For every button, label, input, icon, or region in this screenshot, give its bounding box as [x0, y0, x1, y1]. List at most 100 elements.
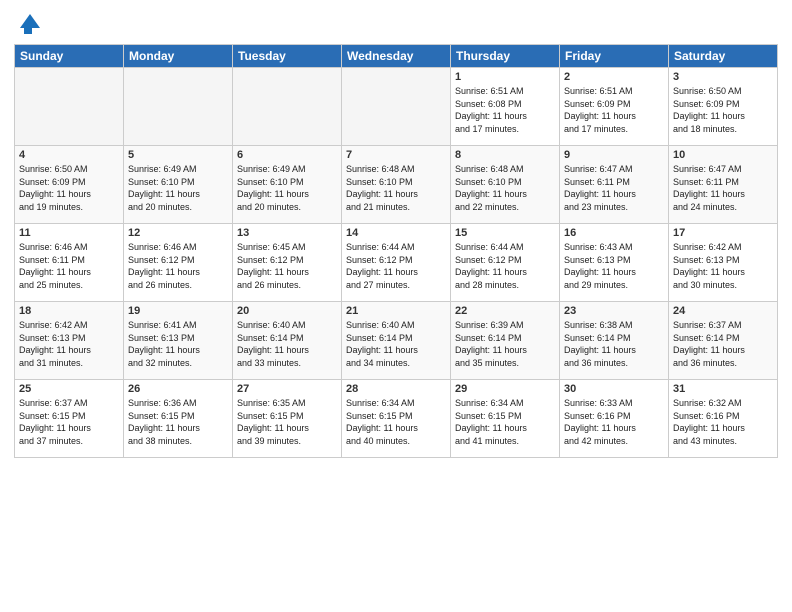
calendar-cell	[342, 68, 451, 146]
day-info: Sunrise: 6:42 AM Sunset: 6:13 PM Dayligh…	[673, 241, 773, 291]
day-number: 5	[128, 149, 228, 161]
calendar-table: SundayMondayTuesdayWednesdayThursdayFrid…	[14, 44, 778, 458]
day-number: 30	[564, 383, 664, 395]
calendar-cell: 28 Sunrise: 6:34 AM Sunset: 6:15 PM Dayli…	[342, 380, 451, 458]
day-number: 11	[19, 227, 119, 239]
day-info: Sunrise: 6:36 AM Sunset: 6:15 PM Dayligh…	[128, 397, 228, 447]
calendar-cell: 29Sunrise: 6:34 AM Sunset: 6:15 PM Dayli…	[451, 380, 560, 458]
calendar-cell	[15, 68, 124, 146]
day-number: 24	[673, 305, 773, 317]
logo	[14, 10, 46, 38]
day-number: 7	[346, 149, 446, 161]
day-info: Sunrise: 6:50 AM Sunset: 6:09 PM Dayligh…	[19, 163, 119, 213]
day-info: Sunrise: 6:40 AM Sunset: 6:14 PM Dayligh…	[346, 319, 446, 369]
calendar-week-3: 18Sunrise: 6:42 AM Sunset: 6:13 PM Dayli…	[15, 302, 778, 380]
calendar-cell: 1 Sunrise: 6:51 AM Sunset: 6:08 PM Daylig…	[451, 68, 560, 146]
calendar-cell: 4 Sunrise: 6:50 AM Sunset: 6:09 PM Daylig…	[15, 146, 124, 224]
day-info: Sunrise: 6:37 AM Sunset: 6:15 PM Dayligh…	[19, 397, 119, 447]
calendar-cell: 31 Sunrise: 6:32 AM Sunset: 6:16 PM Dayli…	[669, 380, 778, 458]
calendar-cell: 25 Sunrise: 6:37 AM Sunset: 6:15 PM Dayli…	[15, 380, 124, 458]
day-info: Sunrise: 6:45 AM Sunset: 6:12 PM Dayligh…	[237, 241, 337, 291]
page-container: SundayMondayTuesdayWednesdayThursdayFrid…	[0, 0, 792, 612]
calendar-cell: 11 Sunrise: 6:46 AM Sunset: 6:11 PM Dayli…	[15, 224, 124, 302]
calendar-header-thursday: Thursday	[451, 45, 560, 68]
day-number: 27	[237, 383, 337, 395]
day-info: Sunrise: 6:38 AM Sunset: 6:14 PM Dayligh…	[564, 319, 664, 369]
day-info: Sunrise: 6:48 AM Sunset: 6:10 PM Dayligh…	[455, 163, 555, 213]
day-info: Sunrise: 6:33 AM Sunset: 6:16 PM Dayligh…	[564, 397, 664, 447]
calendar-week-2: 11 Sunrise: 6:46 AM Sunset: 6:11 PM Dayli…	[15, 224, 778, 302]
calendar-cell: 30 Sunrise: 6:33 AM Sunset: 6:16 PM Dayli…	[560, 380, 669, 458]
calendar-cell	[124, 68, 233, 146]
day-number: 25	[19, 383, 119, 395]
calendar-week-0: 1 Sunrise: 6:51 AM Sunset: 6:08 PM Daylig…	[15, 68, 778, 146]
day-info: Sunrise: 6:34 AM Sunset: 6:15 PM Dayligh…	[346, 397, 446, 447]
calendar-cell	[233, 68, 342, 146]
day-number: 16	[564, 227, 664, 239]
day-info: Sunrise: 6:42 AM Sunset: 6:13 PM Dayligh…	[19, 319, 119, 369]
day-number: 14	[346, 227, 446, 239]
day-info: Sunrise: 6:51 AM Sunset: 6:08 PM Dayligh…	[455, 85, 555, 135]
day-number: 8	[455, 149, 555, 161]
calendar-header-monday: Monday	[124, 45, 233, 68]
logo-icon	[14, 10, 42, 38]
day-info: Sunrise: 6:44 AM Sunset: 6:12 PM Dayligh…	[455, 241, 555, 291]
day-number: 3	[673, 71, 773, 83]
day-number: 2	[564, 71, 664, 83]
calendar-cell: 2Sunrise: 6:51 AM Sunset: 6:09 PM Daylig…	[560, 68, 669, 146]
day-number: 12	[128, 227, 228, 239]
calendar-week-1: 4 Sunrise: 6:50 AM Sunset: 6:09 PM Daylig…	[15, 146, 778, 224]
day-number: 15	[455, 227, 555, 239]
calendar-header-tuesday: Tuesday	[233, 45, 342, 68]
calendar-cell: 8 Sunrise: 6:48 AM Sunset: 6:10 PM Daylig…	[451, 146, 560, 224]
calendar-header-friday: Friday	[560, 45, 669, 68]
calendar-cell: 9 Sunrise: 6:47 AM Sunset: 6:11 PM Daylig…	[560, 146, 669, 224]
day-info: Sunrise: 6:47 AM Sunset: 6:11 PM Dayligh…	[673, 163, 773, 213]
header	[14, 10, 778, 38]
calendar-cell: 12 Sunrise: 6:46 AM Sunset: 6:12 PM Dayli…	[124, 224, 233, 302]
day-number: 28	[346, 383, 446, 395]
calendar-cell: 14 Sunrise: 6:44 AM Sunset: 6:12 PM Dayli…	[342, 224, 451, 302]
calendar-cell: 20 Sunrise: 6:40 AM Sunset: 6:14 PM Dayli…	[233, 302, 342, 380]
calendar-header-sunday: Sunday	[15, 45, 124, 68]
calendar-header-row: SundayMondayTuesdayWednesdayThursdayFrid…	[15, 45, 778, 68]
day-number: 29	[455, 383, 555, 395]
calendar-cell: 16 Sunrise: 6:43 AM Sunset: 6:13 PM Dayli…	[560, 224, 669, 302]
day-number: 6	[237, 149, 337, 161]
day-info: Sunrise: 6:46 AM Sunset: 6:11 PM Dayligh…	[19, 241, 119, 291]
day-number: 1	[455, 71, 555, 83]
day-number: 17	[673, 227, 773, 239]
calendar-header-saturday: Saturday	[669, 45, 778, 68]
day-info: Sunrise: 6:46 AM Sunset: 6:12 PM Dayligh…	[128, 241, 228, 291]
day-info: Sunrise: 6:49 AM Sunset: 6:10 PM Dayligh…	[128, 163, 228, 213]
calendar-cell: 22 Sunrise: 6:39 AM Sunset: 6:14 PM Dayli…	[451, 302, 560, 380]
day-info: Sunrise: 6:40 AM Sunset: 6:14 PM Dayligh…	[237, 319, 337, 369]
calendar-cell: 15 Sunrise: 6:44 AM Sunset: 6:12 PM Dayli…	[451, 224, 560, 302]
day-number: 22	[455, 305, 555, 317]
day-info: Sunrise: 6:50 AM Sunset: 6:09 PM Dayligh…	[673, 85, 773, 135]
day-number: 31	[673, 383, 773, 395]
day-info: Sunrise: 6:37 AM Sunset: 6:14 PM Dayligh…	[673, 319, 773, 369]
day-info: Sunrise: 6:43 AM Sunset: 6:13 PM Dayligh…	[564, 241, 664, 291]
calendar-cell: 10 Sunrise: 6:47 AM Sunset: 6:11 PM Dayli…	[669, 146, 778, 224]
calendar-cell: 17 Sunrise: 6:42 AM Sunset: 6:13 PM Dayli…	[669, 224, 778, 302]
day-info: Sunrise: 6:32 AM Sunset: 6:16 PM Dayligh…	[673, 397, 773, 447]
calendar-cell: 18Sunrise: 6:42 AM Sunset: 6:13 PM Dayli…	[15, 302, 124, 380]
calendar-cell: 24 Sunrise: 6:37 AM Sunset: 6:14 PM Dayli…	[669, 302, 778, 380]
calendar-cell: 7 Sunrise: 6:48 AM Sunset: 6:10 PM Daylig…	[342, 146, 451, 224]
day-number: 10	[673, 149, 773, 161]
day-number: 20	[237, 305, 337, 317]
day-info: Sunrise: 6:48 AM Sunset: 6:10 PM Dayligh…	[346, 163, 446, 213]
calendar-cell: 19 Sunrise: 6:41 AM Sunset: 6:13 PM Dayli…	[124, 302, 233, 380]
day-number: 4	[19, 149, 119, 161]
day-info: Sunrise: 6:44 AM Sunset: 6:12 PM Dayligh…	[346, 241, 446, 291]
day-number: 9	[564, 149, 664, 161]
day-number: 19	[128, 305, 228, 317]
day-number: 13	[237, 227, 337, 239]
day-info: Sunrise: 6:39 AM Sunset: 6:14 PM Dayligh…	[455, 319, 555, 369]
day-info: Sunrise: 6:47 AM Sunset: 6:11 PM Dayligh…	[564, 163, 664, 213]
day-info: Sunrise: 6:35 AM Sunset: 6:15 PM Dayligh…	[237, 397, 337, 447]
calendar-header-wednesday: Wednesday	[342, 45, 451, 68]
calendar-cell: 13 Sunrise: 6:45 AM Sunset: 6:12 PM Dayli…	[233, 224, 342, 302]
day-info: Sunrise: 6:41 AM Sunset: 6:13 PM Dayligh…	[128, 319, 228, 369]
